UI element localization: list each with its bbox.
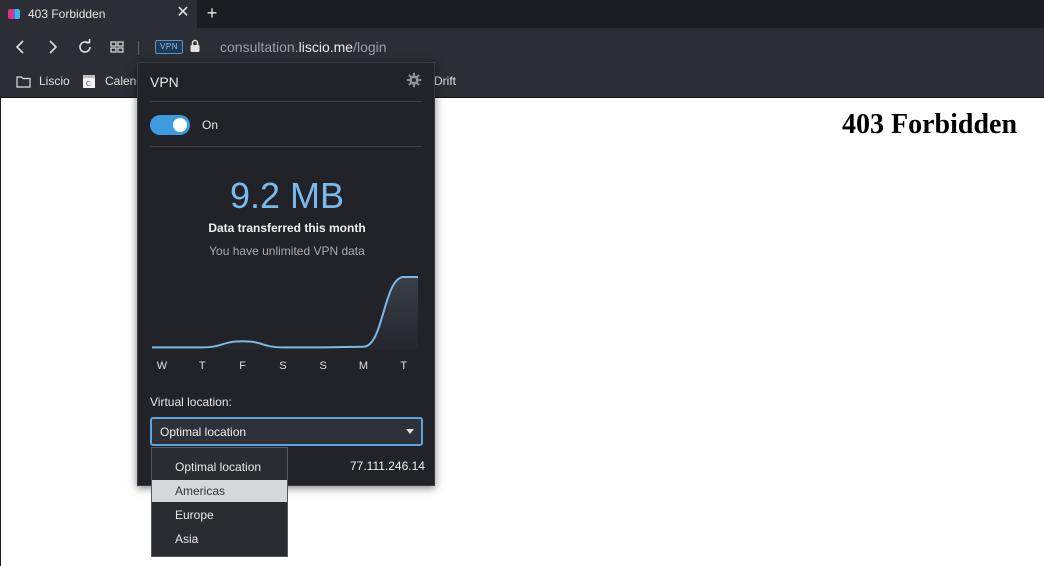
location-option-asia[interactable]: Asia bbox=[152, 528, 287, 550]
folder-icon bbox=[16, 76, 31, 88]
vpn-toggle[interactable] bbox=[150, 115, 190, 135]
ip-address: 77.111.246.14 bbox=[350, 459, 425, 473]
chart-area bbox=[152, 277, 418, 349]
url-host: liscio.me bbox=[298, 39, 354, 55]
speed-dial-icon[interactable] bbox=[108, 38, 126, 56]
location-option-americas[interactable]: Americas bbox=[152, 480, 287, 502]
location-option-optimal[interactable]: Optimal location bbox=[152, 456, 287, 478]
chart-day-label: T bbox=[199, 360, 206, 372]
bookmark-drift[interactable]: Drift bbox=[434, 74, 456, 88]
chart-day-label: T bbox=[400, 360, 407, 372]
forward-icon[interactable] bbox=[43, 38, 61, 56]
tab-strip: 403 Forbidden ✕ + bbox=[0, 0, 1044, 28]
bookmark-liscio[interactable]: Liscio bbox=[39, 74, 70, 88]
toggle-knob bbox=[173, 118, 187, 132]
address-bar[interactable]: consultation.liscio.me/login bbox=[220, 39, 387, 55]
chevron-down-icon bbox=[406, 429, 414, 434]
liscio-favicon-icon bbox=[8, 9, 20, 19]
location-option-europe[interactable]: Europe bbox=[152, 504, 287, 526]
url-prefix: consultation. bbox=[220, 39, 299, 55]
divider bbox=[150, 146, 422, 147]
toolbar: VPN consultation.liscio.me/login bbox=[0, 28, 1044, 66]
virtual-location-label: Virtual location: bbox=[150, 395, 232, 409]
vpn-popup-title: VPN bbox=[150, 74, 179, 90]
tab-close-icon[interactable]: ✕ bbox=[174, 4, 192, 22]
chart-day-label: M bbox=[359, 360, 368, 372]
virtual-location-select[interactable]: Optimal location bbox=[150, 417, 423, 446]
svg-text:C: C bbox=[86, 81, 91, 88]
selected-location: Optimal location bbox=[160, 425, 247, 439]
chart-day-label: F bbox=[239, 360, 246, 372]
chart-day-label: S bbox=[320, 360, 327, 372]
tab-title: 403 Forbidden bbox=[28, 7, 106, 21]
url-path: /login bbox=[353, 39, 387, 55]
usage-chart: WTFSSMT bbox=[152, 276, 418, 372]
unlimited-data-note: You have unlimited VPN data bbox=[209, 244, 365, 258]
gear-icon[interactable] bbox=[406, 72, 422, 88]
data-transferred-caption: Data transferred this month bbox=[208, 221, 366, 235]
location-dropdown-list: Optimal location Americas Europe Asia bbox=[151, 447, 288, 557]
chart-day-label: S bbox=[279, 360, 286, 372]
reload-icon[interactable] bbox=[76, 38, 94, 56]
calendar-favicon-icon: C bbox=[83, 75, 95, 88]
back-icon[interactable] bbox=[12, 38, 30, 56]
vpn-popup: VPN On 9.2 MB Data transferred this mont… bbox=[137, 62, 435, 486]
tab-active[interactable]: 403 Forbidden ✕ bbox=[0, 0, 197, 28]
page-heading: 403 Forbidden bbox=[842, 109, 1018, 140]
chart-day-label: W bbox=[157, 360, 168, 372]
data-transferred-amount: 9.2 MB bbox=[229, 175, 345, 216]
new-tab-icon[interactable]: + bbox=[203, 3, 221, 23]
divider bbox=[150, 101, 422, 102]
toolbar-separator bbox=[138, 41, 139, 55]
vpn-toggle-label: On bbox=[202, 118, 219, 132]
vpn-badge-button[interactable]: VPN bbox=[155, 40, 183, 54]
lock-icon[interactable] bbox=[187, 38, 203, 54]
